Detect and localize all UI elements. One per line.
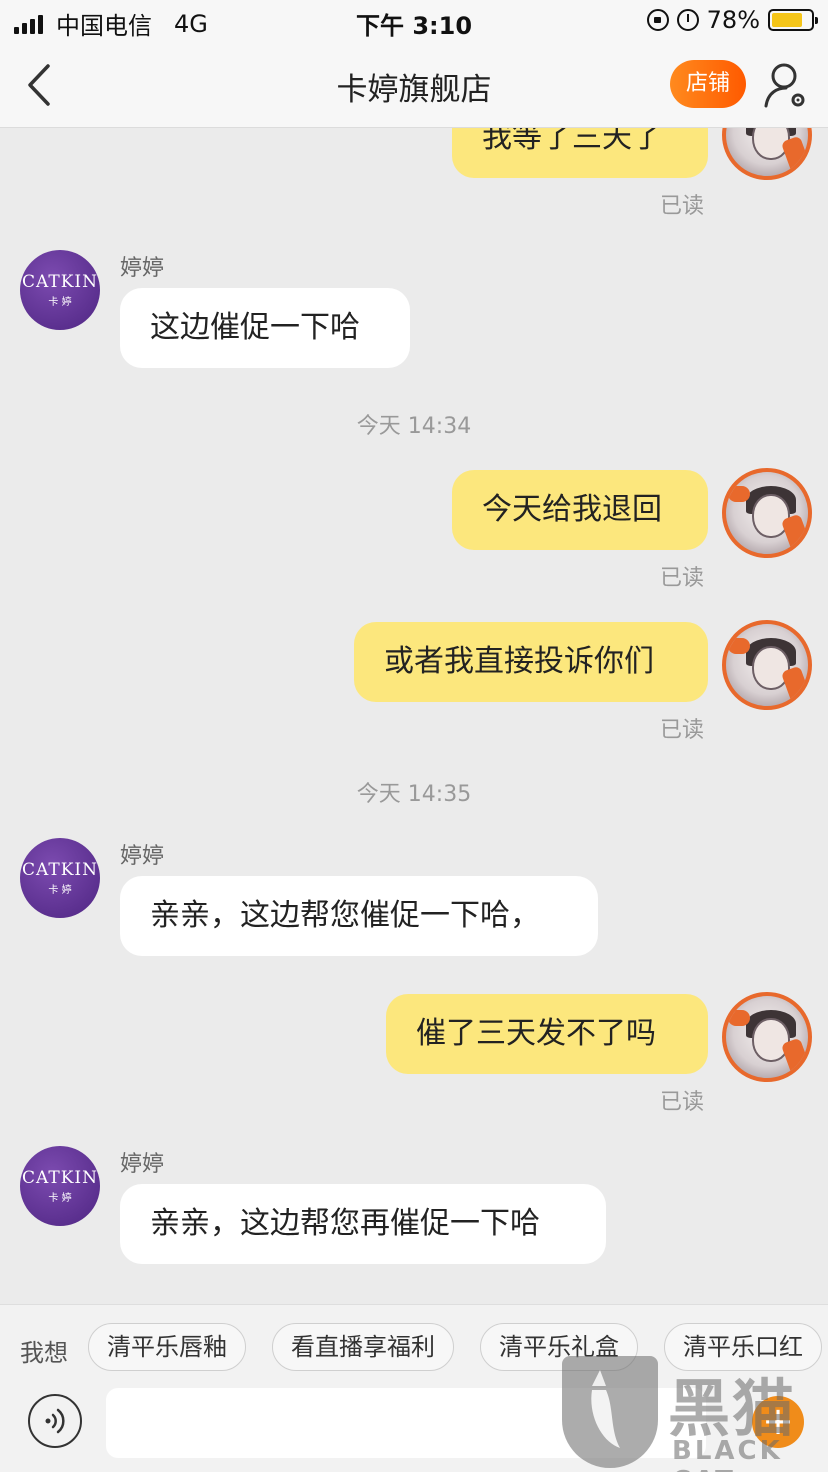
time-separator: 今天 14:34 [356,414,472,439]
voice-input-button[interactable] [28,1394,82,1448]
my-message-bubble[interactable]: 今天给我退回 [452,470,708,550]
input-bar: + [0,1388,828,1472]
user-settings-button[interactable] [762,60,810,112]
suggestion-chip[interactable]: 清平乐唇釉 [88,1323,246,1371]
more-button[interactable]: + [752,1396,804,1448]
battery-percent: 78% [706,6,760,34]
shop-avatar-sub: 卡 婷 [48,1193,72,1204]
chat-area[interactable]: 我等了三天了 已读 CATKIN 卡 婷 婷婷 这边催促一下哈 今天 14:34… [0,128,828,1304]
my-avatar[interactable] [722,620,812,710]
my-message-bubble[interactable]: 或者我直接投诉你们 [354,622,708,702]
my-avatar[interactable] [722,128,812,180]
shop-button[interactable]: 店铺 [670,60,746,108]
shop-avatar-brand: CATKIN [22,1168,98,1188]
voice-icon [45,1408,65,1434]
their-message-bubble[interactable]: 亲亲，这边帮您再催促一下哈 [120,1184,606,1264]
plus-icon: + [762,1399,794,1443]
battery-icon [768,9,818,31]
shop-avatar-sub: 卡 婷 [48,297,72,308]
shop-avatar[interactable]: CATKIN 卡 婷 [20,250,100,330]
my-avatar[interactable] [722,468,812,558]
alarm-icon [676,9,699,31]
sender-name: 婷婷 [120,844,165,869]
message-input[interactable] [106,1388,706,1458]
read-status: 已读 [660,1090,705,1115]
read-status: 已读 [660,718,705,743]
their-message-bubble[interactable]: 亲亲，这边帮您催促一下哈， [120,876,598,956]
sender-name: 婷婷 [120,1152,165,1177]
shop-avatar-sub: 卡 婷 [48,885,72,896]
my-message-bubble[interactable]: 我等了三天了 [452,128,708,178]
nav-bar: 卡婷旗舰店 店铺 [0,42,828,128]
sender-name: 婷婷 [120,256,165,281]
shop-avatar-brand: CATKIN [22,272,98,292]
my-message-bubble[interactable]: 催了三天发不了吗 [386,994,708,1074]
read-status: 已读 [660,566,705,591]
my-avatar[interactable] [722,992,812,1082]
time-separator: 今天 14:35 [356,782,472,807]
suggestion-chip[interactable]: 清平乐礼盒 [480,1323,638,1371]
status-right: 78% [646,6,818,34]
suggestion-bar: 我想 清平乐唇釉 看直播享福利 清平乐礼盒 清平乐口红 [0,1304,828,1388]
rotation-lock-icon [646,9,669,31]
shop-avatar-brand: CATKIN [22,860,98,880]
read-status: 已读 [660,194,705,219]
status-bar: 中国电信 4G 下午 3:10 78% [0,0,828,42]
suggestion-chip[interactable]: 看直播享福利 [272,1323,454,1371]
suggestion-label: 我想 [20,1339,68,1367]
their-message-bubble[interactable]: 这边催促一下哈 [120,288,410,368]
user-settings-icon [764,63,805,108]
shop-avatar[interactable]: CATKIN 卡 婷 [20,838,100,918]
shop-avatar[interactable]: CATKIN 卡 婷 [20,1146,100,1226]
suggestion-chip[interactable]: 清平乐口红 [664,1323,822,1371]
